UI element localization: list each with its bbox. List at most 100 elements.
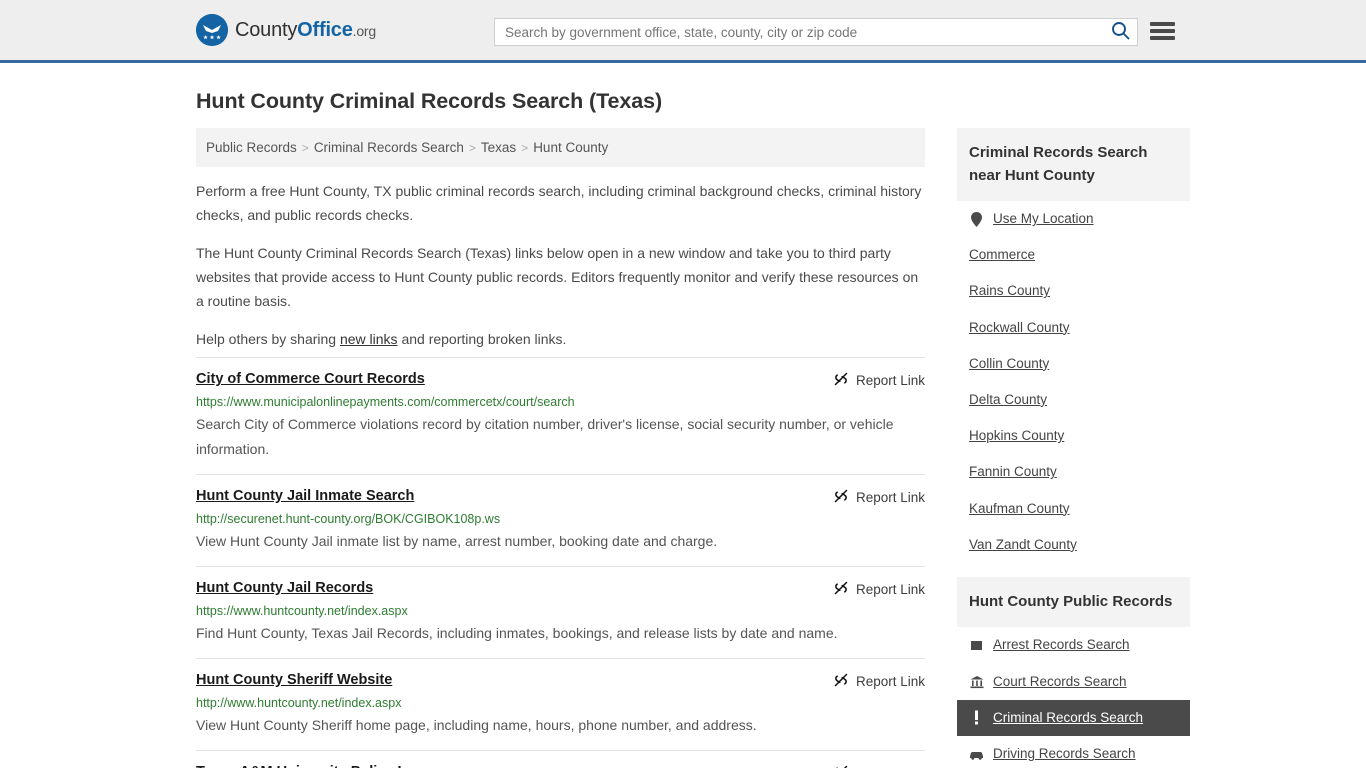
- list-item: Fannin County: [957, 454, 1190, 490]
- sidebar-item-driving-records-search[interactable]: Driving Records Search: [957, 736, 1190, 768]
- hamburger-menu-icon[interactable]: [1150, 20, 1175, 42]
- result-item: Hunt County Jail Inmate Search Report Li…: [196, 474, 925, 566]
- search-input[interactable]: [495, 19, 1103, 45]
- result-description: View Hunt County Sheriff home page, incl…: [196, 713, 925, 737]
- list-item: Use My Location: [957, 201, 1190, 237]
- new-links-link[interactable]: new links: [340, 331, 398, 347]
- list-item: Delta County: [957, 382, 1190, 418]
- result-header: Hunt County Jail Records Report Link: [196, 580, 925, 599]
- sidebar-item-label: Driving Records Search: [993, 746, 1136, 762]
- sidebar-public-records-heading: Hunt County Public Records: [957, 577, 1190, 628]
- sidebar-item-label: Criminal Records Search: [993, 710, 1143, 726]
- intro-p3-after: and reporting broken links.: [398, 331, 567, 347]
- sidebar-item-label: Collin County: [969, 356, 1049, 372]
- broken-link-icon: [833, 764, 849, 768]
- result-title[interactable]: Hunt County Sheriff Website: [196, 672, 392, 688]
- sidebar-nearby-heading: Criminal Records Search near Hunt County: [957, 128, 1190, 201]
- search-bar[interactable]: [494, 18, 1138, 46]
- breadcrumb-item-0[interactable]: Public Records: [206, 140, 297, 155]
- intro-text: Perform a free Hunt County, TX public cr…: [196, 179, 925, 351]
- report-link-button[interactable]: Report Link: [817, 488, 925, 507]
- sidebar-item-fannin-county[interactable]: Fannin County: [957, 454, 1190, 490]
- sidebar-item-label: Van Zandt County: [969, 537, 1077, 553]
- sidebar-item-hopkins-county[interactable]: Hopkins County: [957, 418, 1190, 454]
- result-item: City of Commerce Court Records Report Li…: [196, 357, 925, 473]
- report-link-label: Report Link: [856, 582, 925, 597]
- courthouse-icon: [969, 674, 984, 689]
- search-button[interactable]: [1103, 19, 1137, 45]
- breadcrumb-item-1[interactable]: Criminal Records Search: [314, 140, 464, 155]
- hamburger-bar-1: [1150, 22, 1175, 26]
- report-link-button[interactable]: Report Link: [817, 672, 925, 691]
- report-link-button[interactable]: Report Link: [817, 371, 925, 390]
- intro-paragraph-3: Help others by sharing new links and rep…: [196, 327, 925, 351]
- car-icon: [969, 747, 984, 762]
- result-header: Hunt County Jail Inmate Search Report Li…: [196, 488, 925, 507]
- list-item: Rains County: [957, 273, 1190, 309]
- report-link-button[interactable]: Report Link: [817, 764, 925, 768]
- sidebar-item-van-zandt-county[interactable]: Van Zandt County: [957, 527, 1190, 563]
- sidebar-item-rockwall-county[interactable]: Rockwall County: [957, 310, 1190, 346]
- result-header: Hunt County Sheriff Website Report Link: [196, 672, 925, 691]
- main-content: Public Records > Criminal Records Search > T…: [196, 128, 925, 768]
- sidebar-item-label: Hopkins County: [969, 428, 1064, 444]
- breadcrumb-separator: >: [469, 141, 476, 155]
- sidebar-item-collin-county[interactable]: Collin County: [957, 346, 1190, 382]
- result-url[interactable]: http://www.huntcounty.net/index.aspx: [196, 696, 925, 710]
- list-item: Commerce: [957, 237, 1190, 273]
- intro-paragraph-2: The Hunt County Criminal Records Search …: [196, 241, 925, 313]
- sidebar-item-court-records-search[interactable]: Court Records Search: [957, 664, 1190, 700]
- list-item: Kaufman County: [957, 491, 1190, 527]
- sidebar-item-commerce[interactable]: Commerce: [957, 237, 1190, 273]
- sidebar-item-label: Commerce: [969, 247, 1035, 263]
- broken-link-icon: [833, 672, 849, 691]
- report-link-label: Report Link: [856, 490, 925, 505]
- list-item: Arrest Records Search: [957, 627, 1190, 663]
- site-logo[interactable]: CountyOffice.org: [196, 14, 376, 46]
- result-title[interactable]: Hunt County Jail Records: [196, 580, 373, 596]
- sidebar-public-records-list: Arrest Records Search: [957, 627, 1190, 768]
- sidebar-item-use-my-location[interactable]: Use My Location: [957, 201, 1190, 237]
- sidebar-item-label: Court Records Search: [993, 674, 1127, 690]
- result-header: Texas A&M University Police Logs Report …: [196, 764, 925, 768]
- hamburger-bar-2: [1150, 29, 1175, 33]
- list-item: Van Zandt County: [957, 527, 1190, 563]
- result-item: Hunt County Sheriff Website Report Link …: [196, 658, 925, 750]
- sidebar-item-delta-county[interactable]: Delta County: [957, 382, 1190, 418]
- sidebar-nearby-list: Use My Location Commerce Rains County: [957, 201, 1190, 563]
- sidebar-item-rains-county[interactable]: Rains County: [957, 273, 1190, 309]
- sidebar-panel-nearby: Criminal Records Search near Hunt County…: [957, 128, 1190, 563]
- result-url[interactable]: https://www.municipalonlinepayments.com/…: [196, 395, 925, 409]
- sidebar-item-arrest-records-search[interactable]: Arrest Records Search: [957, 627, 1190, 663]
- logo-text: CountyOffice.org: [235, 19, 376, 42]
- result-description: Find Hunt County, Texas Jail Records, in…: [196, 621, 925, 645]
- report-link-button[interactable]: Report Link: [817, 580, 925, 599]
- list-item: Criminal Records Search: [957, 700, 1190, 736]
- result-description: Search City of Commerce violations recor…: [196, 412, 925, 460]
- report-link-label: Report Link: [856, 373, 925, 388]
- eagle-stars-icon: [196, 14, 228, 46]
- result-url[interactable]: http://securenet.hunt-county.org/BOK/CGI…: [196, 512, 925, 526]
- result-title[interactable]: Hunt County Jail Inmate Search: [196, 488, 414, 504]
- alert-icon: [969, 710, 984, 725]
- sidebar-item-kaufman-county[interactable]: Kaufman County: [957, 491, 1190, 527]
- sidebar-item-label: Kaufman County: [969, 501, 1070, 517]
- intro-paragraph-1: Perform a free Hunt County, TX public cr…: [196, 179, 925, 227]
- result-title[interactable]: City of Commerce Court Records: [196, 371, 425, 387]
- breadcrumb-separator: >: [302, 141, 309, 155]
- list-item: Rockwall County: [957, 310, 1190, 346]
- page-title: Hunt County Criminal Records Search (Tex…: [196, 89, 1170, 114]
- logo-text-county: County: [235, 19, 297, 41]
- sidebar-item-label: Rains County: [969, 283, 1050, 299]
- sidebar: Criminal Records Search near Hunt County…: [957, 128, 1190, 768]
- map-pin-icon: [969, 212, 984, 227]
- breadcrumb-separator: >: [521, 141, 528, 155]
- logo-text-org: .org: [353, 23, 376, 39]
- result-header: City of Commerce Court Records Report Li…: [196, 371, 925, 390]
- breadcrumb-item-2[interactable]: Texas: [481, 140, 516, 155]
- sidebar-item-criminal-records-search[interactable]: Criminal Records Search: [957, 700, 1190, 736]
- result-url[interactable]: https://www.huntcounty.net/index.aspx: [196, 604, 925, 618]
- result-title[interactable]: Texas A&M University Police Logs: [196, 764, 432, 768]
- list-item: Court Records Search: [957, 664, 1190, 700]
- page-container: Hunt County Criminal Records Search (Tex…: [0, 89, 1366, 768]
